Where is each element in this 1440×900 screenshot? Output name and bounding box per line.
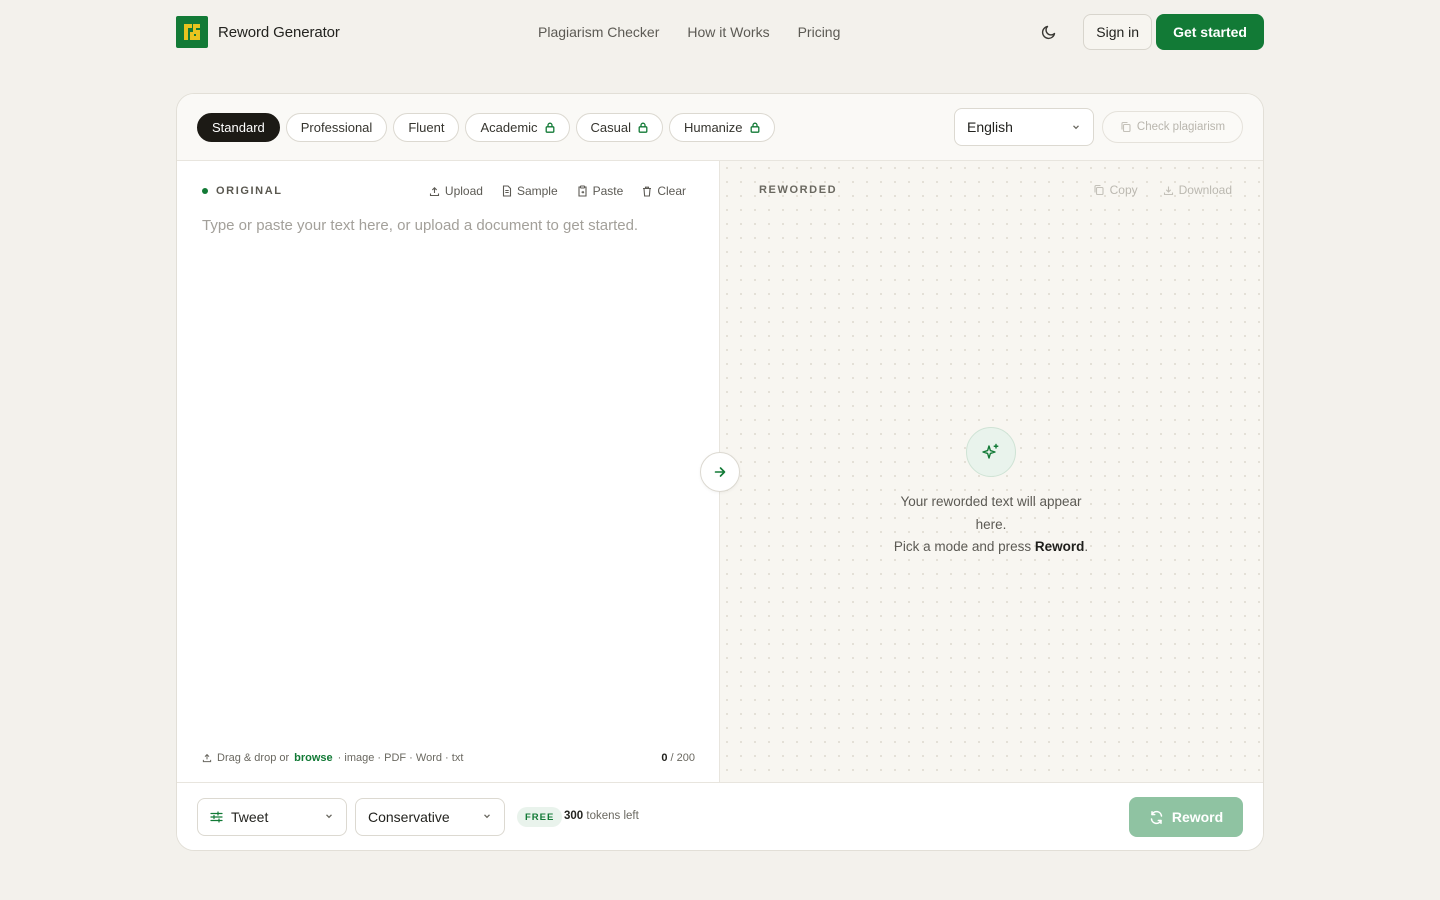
moon-icon	[1042, 25, 1056, 40]
reworded-label: REWORDED	[759, 184, 838, 196]
empty-line-2-suffix: .	[1084, 539, 1089, 554]
lock-icon	[545, 122, 554, 133]
chevron-down-icon	[484, 814, 490, 819]
get-started-button[interactable]: Get started	[1156, 14, 1264, 50]
empty-state: Your reworded text will appear here. Pic…	[885, 427, 1097, 559]
format-value: Tweet	[231, 809, 269, 825]
arrow-right-button[interactable]	[700, 452, 740, 492]
original-footer: Drag & drop or browse · image · PDF · Wo…	[202, 751, 695, 765]
mode-label: Humanize	[684, 120, 743, 135]
file-icon	[502, 185, 511, 197]
mode-tabs: Standard Professional Fluent Academic Ca…	[197, 113, 775, 142]
clear-label: Clear	[657, 184, 686, 198]
top-header: Reword Generator Plagiarism Checker How …	[176, 14, 1264, 50]
mode-label: Professional	[300, 120, 373, 135]
nav-plagiarism-checker[interactable]: Plagiarism Checker	[538, 24, 659, 40]
mode-label: Standard	[212, 120, 265, 135]
upload-icon	[429, 186, 439, 196]
empty-line-2: Pick a mode and press Reword.	[885, 536, 1097, 559]
dropzone-prefix: Drag & drop or	[217, 752, 290, 764]
download-label: Download	[1178, 183, 1232, 197]
sample-label: Sample	[516, 184, 558, 198]
copy-button[interactable]: Copy	[1093, 183, 1138, 197]
paste-button[interactable]: Paste	[577, 184, 624, 198]
char-count-max: / 200	[670, 752, 695, 764]
reworded-pane: REWORDED Copy Download Your reworded tex…	[720, 161, 1263, 782]
mode-fluent[interactable]: Fluent	[393, 113, 460, 142]
nav-how-it-works[interactable]: How it Works	[687, 24, 769, 40]
clear-button[interactable]: Clear	[642, 184, 686, 198]
char-count-current: 0	[661, 752, 668, 764]
original-header: ORIGINAL Upload Sample Paste Clear	[202, 184, 694, 198]
original-label: ORIGINAL	[202, 185, 283, 197]
language-select[interactable]: English	[954, 108, 1094, 146]
sample-button[interactable]: Sample	[502, 184, 558, 198]
dropzone-hint: Drag & drop or browse · image · PDF · Wo…	[202, 752, 463, 764]
copy-label: Copy	[1109, 183, 1138, 197]
mode-casual[interactable]: Casual	[575, 113, 663, 142]
reword-card: Standard Professional Fluent Academic Ca…	[176, 93, 1264, 851]
upload-button[interactable]: Upload	[429, 184, 483, 198]
tokens-count: 300	[564, 810, 584, 822]
plan-badge: FREE	[517, 807, 563, 827]
browse-link[interactable]: browse	[294, 752, 333, 764]
upload-icon	[202, 753, 212, 763]
sign-in-button[interactable]: Sign in	[1083, 14, 1153, 50]
chevron-down-icon	[326, 814, 332, 819]
upload-label: Upload	[444, 184, 483, 198]
trash-icon	[643, 186, 652, 197]
lock-icon	[750, 122, 759, 133]
char-count: 0 / 200	[661, 752, 695, 764]
check-plagiarism-button[interactable]: Check plagiarism	[1102, 111, 1243, 143]
dropzone-formats: · image · PDF · Word · txt	[337, 752, 464, 764]
mode-standard[interactable]: Standard	[197, 113, 280, 142]
check-plagiarism-label: Check plagiarism	[1136, 121, 1226, 133]
original-actions: Upload Sample Paste Clear	[429, 184, 686, 198]
status-dot	[202, 188, 208, 194]
strength-select[interactable]: Conservative	[355, 798, 505, 836]
theme-toggle-button[interactable]	[1031, 14, 1067, 50]
mode-academic[interactable]: Academic	[465, 113, 570, 142]
format-select[interactable]: Tweet	[197, 798, 347, 836]
reword-label: Reword	[1171, 809, 1224, 825]
mode-humanize[interactable]: Humanize	[669, 113, 775, 142]
main-nav: Plagiarism Checker How it Works Pricing	[538, 14, 840, 50]
download-button[interactable]: Download	[1163, 183, 1232, 197]
empty-line-2-bold: Reword	[1034, 539, 1085, 554]
nav-pricing[interactable]: Pricing	[798, 24, 841, 40]
brand-name: Reword Generator	[218, 23, 340, 41]
mode-professional[interactable]: Professional	[285, 113, 388, 142]
language-value: English	[967, 119, 1013, 135]
reword-button[interactable]: Reword	[1129, 797, 1243, 837]
mode-label: Fluent	[408, 120, 445, 135]
copy-icon	[1094, 184, 1104, 196]
tokens-left: 300 tokens left	[564, 810, 639, 822]
sparkle-icon	[982, 443, 999, 459]
tokens-label: tokens left	[586, 810, 639, 822]
reworded-actions: Copy Download	[1093, 183, 1232, 197]
brand[interactable]: Reword Generator	[176, 16, 340, 48]
sliders-icon	[210, 811, 223, 823]
mode-label: Casual	[590, 120, 631, 135]
original-label-text: ORIGINAL	[216, 185, 283, 197]
strength-value: Conservative	[368, 809, 450, 825]
empty-line-1: Your reworded text will appear here.	[900, 494, 1082, 532]
header-actions: Sign in Get started	[1031, 14, 1264, 50]
original-pane: ORIGINAL Upload Sample Paste Clear Type …	[177, 161, 720, 782]
sparkle-badge	[966, 427, 1016, 477]
logo-icon	[176, 16, 208, 48]
original-text-input[interactable]	[202, 217, 697, 717]
bottom-bar: Tweet Conservative FREE 300 tokens left …	[177, 782, 1263, 850]
clipboard-icon	[578, 185, 587, 197]
chevron-down-icon	[1073, 125, 1079, 130]
mode-label: Academic	[480, 120, 538, 135]
paste-label: Paste	[592, 184, 624, 198]
mode-toolbar: Standard Professional Fluent Academic Ca…	[177, 94, 1263, 161]
arrow-right-icon	[714, 467, 726, 477]
empty-line-2-prefix: Pick a mode and press	[893, 539, 1032, 554]
download-icon	[1163, 186, 1173, 195]
lock-icon	[638, 122, 648, 133]
copy-icon	[1121, 121, 1131, 133]
refresh-icon	[1150, 810, 1163, 824]
